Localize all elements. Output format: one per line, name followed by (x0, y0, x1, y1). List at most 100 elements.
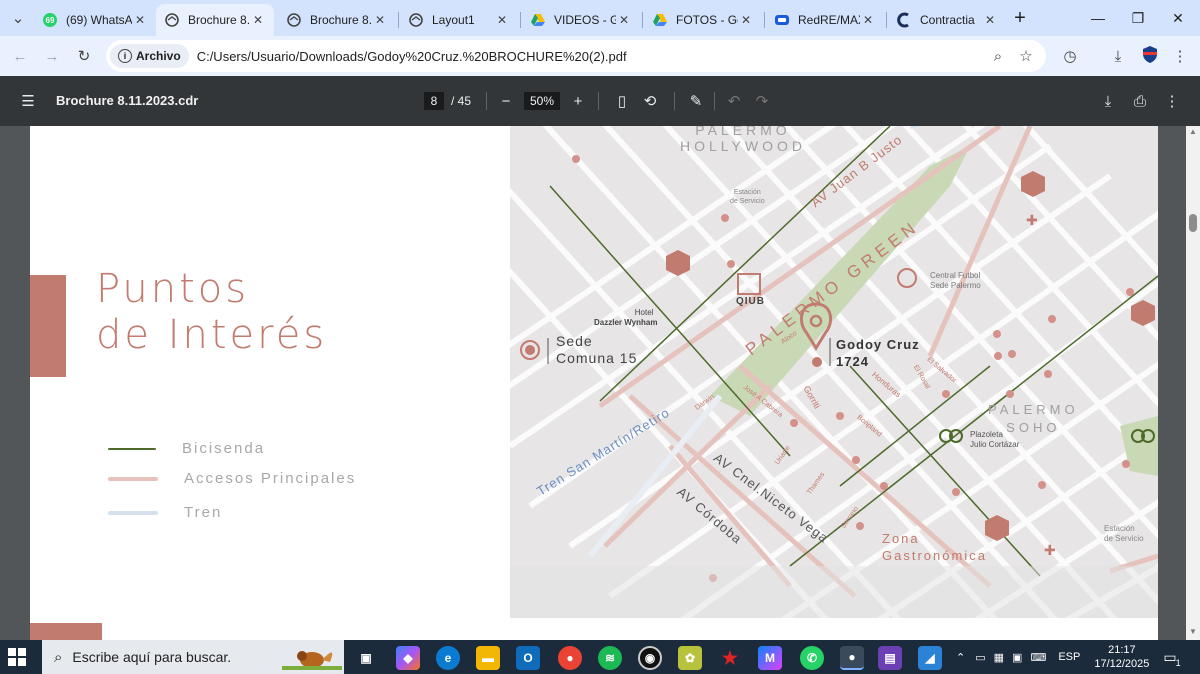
close-icon[interactable]: ✕ (738, 12, 754, 28)
close-icon[interactable]: ✕ (250, 12, 266, 28)
zoom-input[interactable]: 50% (524, 92, 560, 110)
close-icon: ✕ (1172, 9, 1184, 26)
media-player-icon[interactable]: ◉ (638, 646, 662, 670)
tab-search-button[interactable]: ⌄ (4, 4, 32, 32)
label-line: Gastronómica (882, 548, 987, 563)
sidebar-toggle-button[interactable]: ☰ (16, 89, 40, 113)
zoom-out-button[interactable]: − (494, 89, 518, 113)
start-button[interactable] (8, 648, 26, 666)
close-window-button[interactable]: ✕ (1158, 0, 1198, 36)
scroll-up-icon[interactable]: ▲ (1189, 128, 1197, 136)
app-icon[interactable]: ◢ (918, 646, 942, 670)
globe-icon (286, 12, 302, 28)
tab-videos-drive[interactable]: VIDEOS - Goo ✕ (522, 4, 640, 36)
site-info-label: Archivo (136, 49, 181, 63)
close-icon[interactable]: ✕ (616, 12, 632, 28)
bookmark-button[interactable]: ☆ (1012, 42, 1040, 70)
scrollbar-thumb[interactable] (1189, 214, 1197, 232)
tab-layout1[interactable]: Layout1 ✕ (400, 4, 518, 36)
print-button[interactable]: ⎙ (1128, 89, 1152, 113)
tab-strip: ⌄ 69 (69) WhatsApp ✕ Brochure 8.11 ✕ Bro… (0, 0, 1200, 36)
puzzle-app-icon[interactable]: ✿ (678, 646, 702, 670)
m365-icon[interactable]: M (758, 646, 782, 670)
outlook-icon[interactable]: O (516, 646, 540, 670)
chrome-active-icon[interactable]: ● (840, 646, 864, 670)
label-line: de Servicio (1104, 534, 1144, 543)
back-button[interactable]: ← (6, 42, 34, 70)
chevron-up-icon[interactable]: ⌃ (956, 651, 965, 664)
camera-icon[interactable]: ▭ (975, 651, 985, 664)
tab-brochure[interactable]: Brochure 8.11 ✕ (278, 4, 396, 36)
history-icon: ◷ (1063, 48, 1077, 65)
menu-button[interactable]: ⋮ (1166, 42, 1194, 70)
profile-button[interactable] (1136, 42, 1164, 70)
reload-button[interactable]: ↻ (70, 42, 98, 70)
language-indicator[interactable]: ESP (1058, 651, 1080, 663)
annotate-button[interactable]: ✎ (684, 89, 708, 113)
plus-icon: + (573, 92, 583, 110)
star-icon: ☆ (1019, 48, 1033, 65)
minimize-button[interactable]: — (1078, 0, 1118, 36)
history-button[interactable]: ◷ (1056, 42, 1084, 70)
rotate-button[interactable]: ⟲ (638, 89, 662, 113)
tab-contractia[interactable]: Contractia ✕ (888, 4, 1006, 36)
undo-button[interactable]: ↶ (722, 89, 746, 113)
pdf-toolbar: ☰ Brochure 8.11.2023.cdr 8 / 45 − 50% + … (0, 76, 1200, 126)
copilot-icon[interactable]: ◆ (396, 646, 420, 670)
downloads-button[interactable]: ⤓ (1104, 42, 1132, 70)
close-icon[interactable]: ✕ (982, 12, 998, 28)
network-icon[interactable]: ▦ (994, 651, 1004, 664)
file-explorer-icon[interactable]: ▬ (476, 646, 500, 670)
taskbar-search[interactable]: ⌕ Escribe aquí para buscar. (42, 640, 344, 674)
keyboard-icon[interactable]: ⌨ (1030, 651, 1046, 664)
close-icon[interactable]: ✕ (494, 12, 510, 28)
fit-page-button[interactable]: ▯ (610, 89, 634, 113)
tab-whatsapp[interactable]: 69 (69) WhatsApp ✕ (34, 4, 156, 36)
whatsapp-icon: 69 (42, 12, 58, 28)
google-drive-icon (652, 12, 668, 28)
label-line: HOLLYWOOD (680, 138, 806, 154)
site-info-chip[interactable]: i Archivo (110, 44, 189, 68)
legend-item-accesos: Accesos Principales (108, 470, 356, 487)
clock-time: 21:17 (1108, 644, 1136, 656)
close-icon[interactable]: ✕ (132, 12, 148, 28)
printer-icon: ⎙ (1133, 92, 1146, 110)
download-button[interactable]: ⤓ (1096, 89, 1120, 113)
volume-icon[interactable]: ▣ (1012, 651, 1022, 664)
label-line: Comuna 15 (556, 350, 638, 366)
legend-swatch (108, 447, 156, 450)
search-placeholder: Escribe aquí para buscar. (72, 649, 232, 665)
close-icon[interactable]: ✕ (860, 12, 876, 28)
vertical-scrollbar[interactable]: ▲ ▼ (1186, 126, 1200, 640)
url-text[interactable]: C:/Users/Usuario/Downloads/Godoy%20Cruz.… (197, 49, 627, 64)
tab-separator (520, 12, 521, 28)
label-line: Sede Palermo (930, 281, 981, 290)
app-icon[interactable]: ▤ (878, 646, 902, 670)
forward-button[interactable]: → (38, 42, 66, 70)
page-number-input[interactable]: 8 (424, 92, 444, 110)
zoom-in-button[interactable]: + (566, 89, 590, 113)
chrome-icon[interactable]: ● (558, 646, 582, 670)
task-view-icon[interactable]: ▣ (354, 646, 378, 670)
whatsapp-icon[interactable]: ✆ (800, 646, 824, 670)
notification-icon[interactable]: ▭ 1 (1163, 649, 1180, 668)
clock[interactable]: 21:17 17/12/2025 (1094, 643, 1149, 671)
tab-remax[interactable]: RedRE/MAX ✕ (766, 4, 884, 36)
pdf-viewer[interactable]: Puntos de Interés Bicisenda Accesos Prin… (0, 126, 1200, 640)
edge-icon[interactable]: e (436, 646, 460, 670)
restore-button[interactable]: ❐ (1118, 0, 1158, 36)
zoom-search-button[interactable]: ⌕ (984, 42, 1012, 70)
more-options-button[interactable]: ⋮ (1160, 89, 1184, 113)
address-bar[interactable]: i Archivo C:/Users/Usuario/Downloads/God… (106, 40, 1046, 72)
redo-button[interactable]: ↷ (750, 89, 774, 113)
close-icon[interactable]: ✕ (372, 12, 388, 28)
new-tab-button[interactable]: + (1006, 4, 1034, 32)
label-line: Zona (882, 531, 920, 546)
scroll-down-icon[interactable]: ▼ (1189, 628, 1197, 636)
info-icon: i (118, 49, 132, 63)
star-app-icon[interactable]: ★ (718, 646, 742, 670)
tab-fotos-drive[interactable]: FOTOS - Goo ✕ (644, 4, 762, 36)
neighborhood-map: ✚ ✚ PALERMO HOLLYWOOD Estación de Servic… (510, 126, 1158, 618)
spotify-icon[interactable]: ≋ (598, 646, 622, 670)
tab-brochure-active[interactable]: Brochure 8.11 ✕ (156, 4, 274, 36)
